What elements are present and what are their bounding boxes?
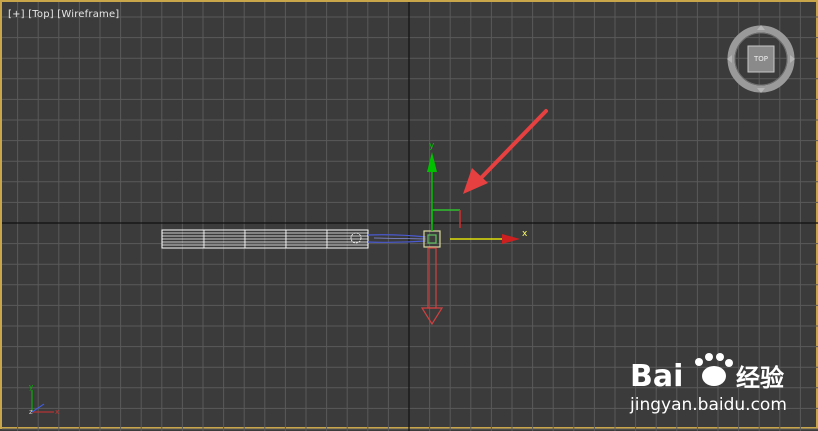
gizmo-x-label: x <box>522 229 528 239</box>
watermark-url: jingyan.baidu.com <box>629 395 787 415</box>
viewport-top[interactable]: [+] [Top] [Wireframe] y x TOP y z x Bai … <box>0 0 818 431</box>
link-lines <box>367 234 427 243</box>
watermark-brand: Bai <box>630 359 683 394</box>
baidu-watermark: Bai 经验 jingyan.baidu.com <box>628 342 808 420</box>
axis-tripod: y z x <box>22 380 66 422</box>
tripod-x-label: x <box>55 408 59 416</box>
paw-logo-icon <box>695 353 733 386</box>
gizmo-xy-plane-handle[interactable] <box>431 209 461 228</box>
gizmo-y-label: y <box>429 141 435 151</box>
gizmo-center[interactable] <box>423 230 441 248</box>
viewcube[interactable]: TOP <box>726 22 796 96</box>
viewcube-face-top[interactable]: TOP <box>748 55 774 63</box>
annotation-arrow <box>463 109 548 194</box>
gizmo-z-axis[interactable] <box>420 247 444 326</box>
watermark-suffix: 经验 <box>736 364 784 392</box>
gizmo-x-axis[interactable]: x <box>450 229 528 244</box>
gizmo-y-axis[interactable]: y <box>427 141 437 231</box>
tripod-z-label: z <box>29 408 33 416</box>
wireframe-object[interactable] <box>161 229 369 249</box>
tripod-y-label: y <box>29 383 33 391</box>
